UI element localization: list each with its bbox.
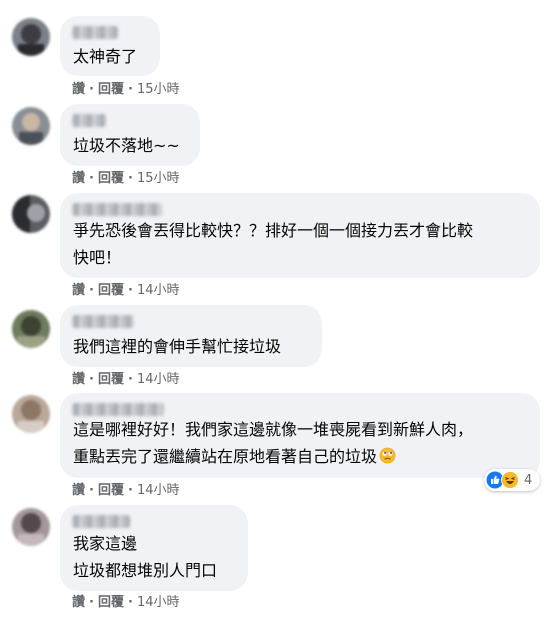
comment-text-line-1: 爭先恐後會丟得比較快？？排好一個一個接力丟才會比較 [73,221,474,240]
timestamp-link[interactable]: 14小時 [137,483,180,499]
separator: · [89,283,94,298]
separator: · [127,171,133,186]
like-link[interactable]: 讚 [72,82,85,98]
avatar[interactable] [12,107,50,145]
reply-link[interactable]: 回覆 [98,595,124,611]
reply-link[interactable]: 回覆 [98,372,124,388]
comment-text-line-2: 垃圾都想堆別人門口 [73,561,218,580]
author-name-redacted[interactable] [72,26,118,39]
separator: · [127,483,133,498]
comment-bubble: 我們這裡的會伸手幫忙接垃圾 [60,305,322,367]
comment-bubble: 爭先恐後會丟得比較快？？排好一個一個接力丟才會比較 快吧！ [60,193,540,278]
separator: · [89,483,94,498]
reaction-count: 4 [524,472,533,488]
separator: · [89,82,94,97]
separator: · [89,595,94,610]
avatar[interactable] [12,395,50,433]
separator: · [127,82,133,97]
author-name-redacted[interactable] [72,315,134,328]
comment-bubble: 我家這邊 垃圾都想堆別人門口 [60,505,248,591]
comment-text-line-2: 重點丟完了還繼續站在原地看著自己的垃圾 [73,443,396,471]
timestamp-link[interactable]: 14小時 [137,283,180,299]
comment-text-line-2: 快吧！ [73,248,122,267]
like-link[interactable]: 讚 [72,483,85,499]
reply-link[interactable]: 回覆 [98,82,124,98]
avatar[interactable] [12,310,50,348]
timestamp-link[interactable]: 15小時 [137,82,180,98]
separator: · [89,372,94,387]
comment-text: 垃圾不落地~~ [73,136,180,155]
reply-link[interactable]: 回覆 [98,171,124,187]
haha-reaction-icon [501,471,519,489]
face-with-rolling-eyes-emoji [379,447,396,464]
comment-text-line-2-text: 重點丟完了還繼續站在原地看著自己的垃圾 [73,447,378,466]
like-link[interactable]: 讚 [72,595,85,611]
separator: · [127,283,133,298]
separator: · [89,171,94,186]
comment-text-line-1: 我家這邊 [73,534,138,553]
reaction-summary[interactable]: 4 [484,469,540,491]
author-name-redacted[interactable] [72,203,162,216]
comment-text: 我們這裡的會伸手幫忙接垃圾 [73,337,282,356]
like-link[interactable]: 讚 [72,171,85,187]
avatar[interactable] [12,508,50,546]
like-link[interactable]: 讚 [72,283,85,299]
comment-actions: 讚 · 回覆 · 14小時 [72,372,179,388]
comment-actions: 讚 · 回覆 · 14小時 [72,595,179,611]
comment-bubble: 太神奇了 [60,16,160,76]
comment-actions: 讚 · 回覆 · 15小時 [72,82,179,98]
timestamp-link[interactable]: 14小時 [137,372,180,388]
timestamp-link[interactable]: 15小時 [137,171,180,187]
reply-link[interactable]: 回覆 [98,483,124,499]
comment-bubble: 垃圾不落地~~ [60,104,200,166]
comment-text-line-1: 這是哪裡好好！我們家這邊就像一堆喪屍看到新鮮人肉， [73,420,474,439]
author-name-redacted[interactable] [72,114,106,127]
like-link[interactable]: 讚 [72,372,85,388]
separator: · [127,595,133,610]
author-name-redacted[interactable] [72,403,164,416]
comment-bubble: 這是哪裡好好！我們家這邊就像一堆喪屍看到新鮮人肉， 重點丟完了還繼續站在原地看著… [60,393,540,478]
comment-actions: 讚 · 回覆 · 15小時 [72,171,179,187]
avatar[interactable] [12,195,50,233]
author-name-redacted[interactable] [72,515,130,528]
reply-link[interactable]: 回覆 [98,283,124,299]
comment-actions: 讚 · 回覆 · 14小時 [72,483,179,499]
avatar[interactable] [12,18,50,56]
separator: · [127,372,133,387]
comment-text: 太神奇了 [73,47,138,66]
comment-actions: 讚 · 回覆 · 14小時 [72,283,179,299]
timestamp-link[interactable]: 14小時 [137,595,180,611]
